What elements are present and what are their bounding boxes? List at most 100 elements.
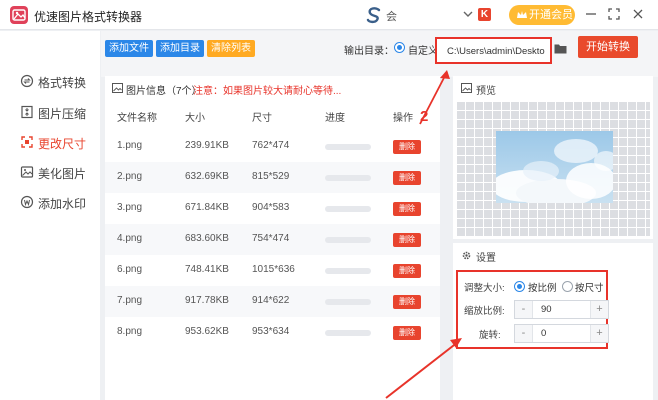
minimize-icon[interactable] bbox=[583, 6, 599, 22]
header-name: 文件名称 bbox=[117, 113, 157, 124]
output-path-input[interactable] bbox=[447, 44, 545, 58]
resize-mode-label: 调整大小: bbox=[464, 283, 505, 294]
file-dimensions: 815*529 bbox=[252, 171, 290, 182]
vip-button[interactable]: 开通会员 bbox=[509, 5, 575, 25]
delete-button[interactable]: 删除 bbox=[393, 140, 421, 154]
close-icon[interactable] bbox=[630, 6, 646, 22]
resize-by-size-radio[interactable] bbox=[562, 281, 573, 292]
resize-by-ratio-radio[interactable] bbox=[514, 281, 525, 292]
title-bar: 优速图片格式转换器 会 K 开通会员 bbox=[0, 0, 658, 30]
file-dimensions: 904*583 bbox=[252, 202, 290, 213]
header-dim: 尺寸 bbox=[252, 113, 272, 124]
custom-dir-label: 自定义 bbox=[408, 46, 438, 57]
convert-icon bbox=[20, 74, 34, 88]
header-action: 操作 bbox=[393, 113, 413, 124]
preview-image-icon bbox=[461, 83, 472, 93]
custom-dir-radio[interactable] bbox=[394, 42, 405, 53]
settings-header: 设置 bbox=[453, 243, 653, 267]
output-dir-label: 输出目录： bbox=[344, 46, 394, 57]
table-row[interactable]: 4.png 683.60KB 754*474 删除 bbox=[105, 224, 440, 255]
table-row[interactable]: 8.png 953.62KB 953*634 删除 bbox=[105, 317, 440, 348]
rotate-increment-button[interactable]: + bbox=[590, 325, 608, 342]
start-convert-button[interactable]: 开始转换 bbox=[578, 36, 638, 58]
file-size: 671.84KB bbox=[185, 202, 229, 213]
file-info-bar: 图片信息（7个） 注意：如果图片较大请耐心等待... bbox=[105, 76, 440, 100]
sidebar: 格式转换 图片压缩 更改尺寸 美化图片 添加水印 bbox=[0, 31, 100, 400]
compress-icon bbox=[21, 105, 33, 119]
add-folder-button[interactable]: 添加目录 bbox=[156, 40, 204, 57]
clear-list-button[interactable]: 清除列表 bbox=[207, 40, 255, 57]
file-name: 7.png bbox=[117, 295, 143, 306]
table-header: 文件名称 大小 尺寸 进度 操作 bbox=[105, 106, 440, 126]
main-toolbar: 添加文件 添加目录 清除列表 输出目录： 自定义 开始转换 bbox=[101, 31, 658, 77]
table-row[interactable]: 7.png 917.78KB 914*622 删除 bbox=[105, 286, 440, 317]
beautify-icon bbox=[20, 166, 34, 178]
file-name: 4.png bbox=[117, 233, 143, 244]
sidebar-item-beautify[interactable]: 美化图片 bbox=[0, 158, 100, 188]
file-dimensions: 754*474 bbox=[252, 233, 290, 244]
rotate-label: 旋转: bbox=[479, 330, 501, 341]
scale-label: 缩放比例: bbox=[464, 306, 505, 317]
file-dimensions: 762*474 bbox=[252, 140, 290, 151]
file-size: 917.78KB bbox=[185, 295, 229, 306]
preview-panel: 预览 bbox=[453, 76, 653, 239]
file-info-title: 图片信息（7个） bbox=[126, 86, 202, 97]
image-icon bbox=[112, 83, 123, 93]
scale-value[interactable]: 90 bbox=[541, 304, 552, 315]
table-row[interactable]: 1.png 239.91KB 762*474 删除 bbox=[105, 131, 440, 162]
sidebar-item-resize[interactable]: 更改尺寸 bbox=[0, 128, 100, 158]
delete-button[interactable]: 删除 bbox=[393, 264, 421, 278]
preview-header: 预览 bbox=[453, 76, 653, 100]
sidebar-item-format-convert[interactable]: 格式转换 bbox=[0, 67, 100, 97]
folder-icon[interactable] bbox=[554, 43, 567, 54]
maximize-icon[interactable] bbox=[606, 6, 622, 22]
file-size: 683.60KB bbox=[185, 233, 229, 244]
delete-button[interactable]: 删除 bbox=[393, 202, 421, 216]
crown-icon bbox=[517, 11, 527, 18]
header-progress: 进度 bbox=[325, 113, 345, 124]
sidebar-item-watermark[interactable]: 添加水印 bbox=[0, 188, 100, 218]
table-row[interactable]: 6.png 748.41KB 1015*636 删除 bbox=[105, 255, 440, 286]
scale-increment-button[interactable]: + bbox=[590, 301, 608, 318]
file-name: 6.png bbox=[117, 264, 143, 275]
progress-bar bbox=[325, 299, 371, 305]
file-size: 239.91KB bbox=[185, 140, 229, 151]
file-size: 953.62KB bbox=[185, 326, 229, 337]
add-file-button[interactable]: 添加文件 bbox=[105, 40, 153, 57]
delete-button[interactable]: 删除 bbox=[393, 326, 421, 340]
file-name: 3.png bbox=[117, 202, 143, 213]
resize-by-ratio-label: 按比例 bbox=[528, 283, 557, 294]
annotation-number: 2 bbox=[420, 108, 429, 125]
file-info-notice: 注意：如果图片较大请耐心等待... bbox=[193, 86, 342, 97]
progress-bar bbox=[325, 237, 371, 243]
rotate-decrement-button[interactable]: - bbox=[515, 325, 533, 342]
progress-bar bbox=[325, 330, 371, 336]
delete-button[interactable]: 删除 bbox=[393, 171, 421, 185]
app-logo-icon bbox=[10, 6, 28, 24]
sidebar-item-compress[interactable]: 图片压缩 bbox=[0, 98, 100, 128]
table-row[interactable]: 3.png 671.84KB 904*583 删除 bbox=[105, 193, 440, 224]
brand-s-icon bbox=[366, 7, 381, 24]
chevron-down-icon[interactable] bbox=[462, 8, 474, 20]
file-name: 2.png bbox=[117, 171, 143, 182]
delete-button[interactable]: 删除 bbox=[393, 295, 421, 309]
table-row[interactable]: 2.png 632.69KB 815*529 删除 bbox=[105, 162, 440, 193]
progress-bar bbox=[325, 144, 371, 150]
file-dimensions: 914*622 bbox=[252, 295, 290, 306]
delete-button[interactable]: 删除 bbox=[393, 233, 421, 247]
scale-stepper[interactable]: - 90 + bbox=[514, 300, 609, 319]
file-name: 1.png bbox=[117, 140, 143, 151]
settings-panel: 设置 调整大小: 按比例 按尺寸 缩放比例: - 90 + 旋转: - 0 + bbox=[453, 243, 653, 400]
file-dimensions: 953*634 bbox=[252, 326, 290, 337]
resize-by-size-label: 按尺寸 bbox=[575, 283, 604, 294]
rotate-stepper[interactable]: - 0 + bbox=[514, 324, 609, 343]
notification-badge-icon[interactable]: K bbox=[478, 8, 491, 21]
scale-decrement-button[interactable]: - bbox=[515, 301, 533, 318]
settings-highlight-box: 调整大小: 按比例 按尺寸 缩放比例: - 90 + 旋转: - 0 + bbox=[456, 270, 609, 349]
gear-icon bbox=[462, 251, 471, 260]
file-size: 632.69KB bbox=[185, 171, 229, 182]
file-size: 748.41KB bbox=[185, 264, 229, 275]
header-size: 大小 bbox=[185, 113, 205, 124]
rotate-value[interactable]: 0 bbox=[541, 328, 546, 339]
preview-title: 预览 bbox=[476, 86, 496, 97]
